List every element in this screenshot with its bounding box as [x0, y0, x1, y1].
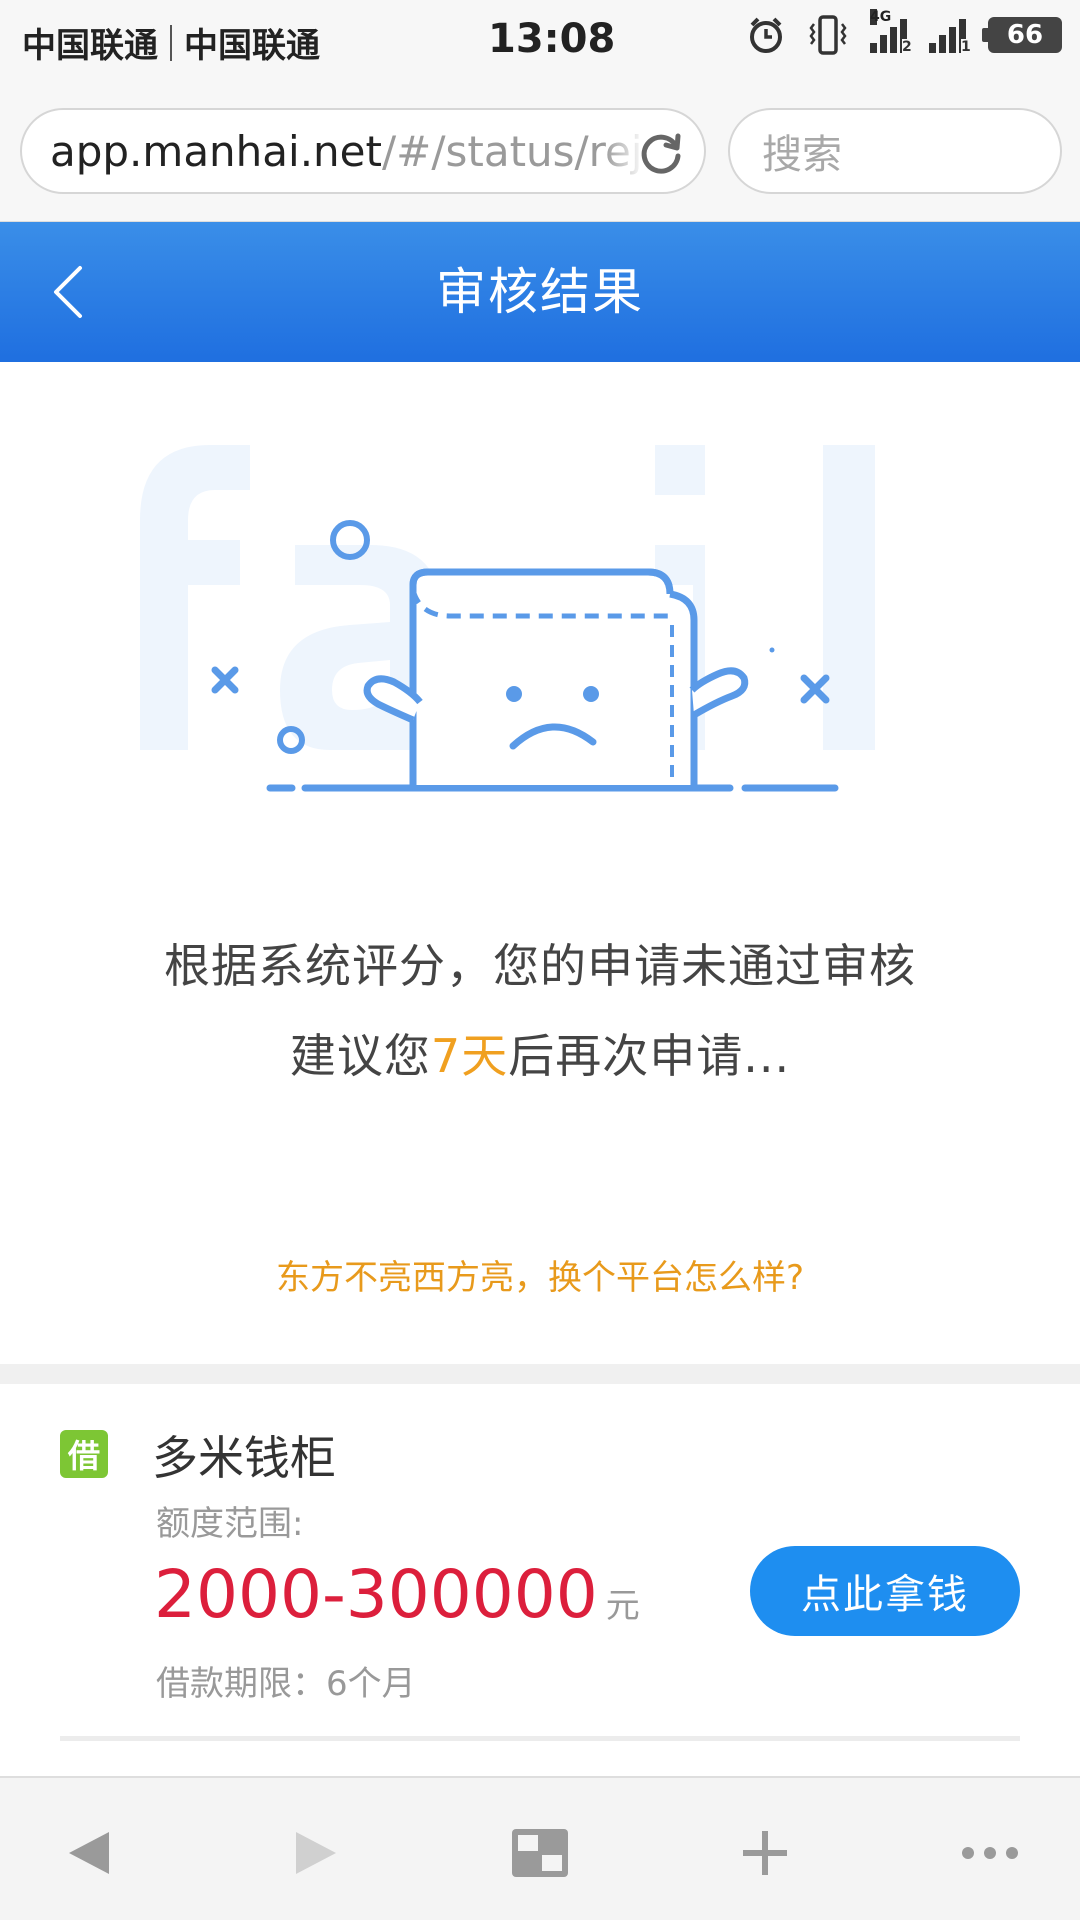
more-icon[interactable]: [950, 1818, 1030, 1888]
search-field[interactable]: 搜索: [728, 108, 1062, 194]
loan-term: 借款期限：6个月: [156, 1664, 416, 1704]
product-name: 多米钱柜: [152, 1431, 336, 1485]
signal-strength-sim2: 1: [929, 17, 971, 55]
refresh-icon[interactable]: [636, 128, 686, 178]
battery-indicator: 66: [982, 17, 1062, 53]
back-arrow-icon[interactable]: [50, 1818, 130, 1888]
clock: 13:08: [488, 16, 616, 62]
vibrate-icon: [809, 15, 847, 55]
retry-advice-prefix: 建议您: [289, 1029, 431, 1083]
alarm-icon: [750, 17, 782, 53]
search-placeholder: 搜索: [762, 132, 842, 178]
fail-illustration: [140, 445, 875, 792]
sim-index-2: 1: [961, 39, 971, 55]
browser-address-bar: app.manhai.net/#/status/rej 搜索: [0, 78, 1080, 222]
status-bar: 中国联通 中国联通 13:08 4G 2 1 66: [0, 0, 1080, 78]
card-divider: [60, 1736, 1020, 1741]
loan-badge-icon: 借: [60, 1430, 108, 1478]
get-money-button[interactable]: 点此拿钱: [750, 1546, 1020, 1636]
alternative-suggestion: 东方不亮西方亮，换个平台怎么样?: [275, 1258, 805, 1298]
retry-advice: 建议您7天后再次申请...: [0, 1020, 1080, 1086]
tabs-icon[interactable]: [500, 1818, 580, 1888]
network-type: 4G: [870, 9, 892, 25]
amount-range-value: 2000-300000: [154, 1556, 598, 1633]
carrier-2: 中国联通: [184, 26, 320, 66]
plus-icon[interactable]: [725, 1818, 805, 1888]
retry-days: 7天: [430, 1029, 509, 1083]
carrier-1: 中国联通: [22, 26, 158, 66]
carrier-names: 中国联通 中国联通: [22, 18, 320, 67]
rejection-message: 根据系统评分，您的申请未通过审核: [164, 939, 916, 993]
forward-arrow-icon[interactable]: [275, 1818, 355, 1888]
amount-range-label: 额度范围:: [156, 1504, 304, 1544]
carrier-divider: [170, 24, 172, 61]
amount-unit: 元: [605, 1586, 640, 1626]
retry-advice-suffix: 后再次申请...: [508, 1029, 791, 1083]
page-header: 审核结果: [0, 222, 1080, 362]
browser-toolbar: [0, 1776, 1080, 1920]
signal-strength-sim1: 4G 2: [870, 9, 912, 55]
section-divider: [0, 1364, 1080, 1384]
product-card: 借 多米钱柜 额度范围: 2000-300000 元 借款期限：6个月 点此拿钱: [0, 1384, 1080, 1776]
url-host: app.manhai.net: [50, 126, 382, 176]
url-field[interactable]: app.manhai.net/#/status/rej: [20, 108, 706, 194]
status-icons: 4G 2 1 66: [746, 9, 1062, 56]
page-title: 审核结果: [436, 263, 644, 321]
sim-index-1: 2: [902, 39, 912, 55]
amount-range: 2000-300000 元: [154, 1556, 640, 1633]
